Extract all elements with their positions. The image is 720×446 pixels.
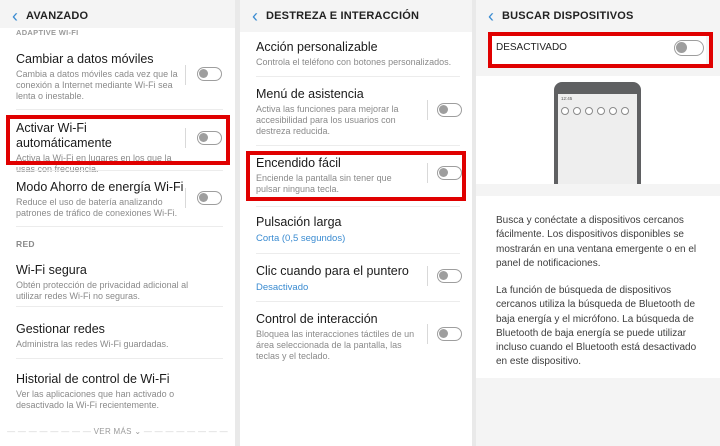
quick-setting-icon [585, 107, 593, 115]
divider [16, 358, 223, 359]
divider [256, 206, 460, 207]
divider [256, 253, 460, 254]
setting-clic-puntero[interactable]: Clic cuando para el puntero Desactivado [256, 264, 431, 294]
divider [16, 306, 223, 307]
divider [16, 109, 223, 110]
highlight-box [488, 32, 713, 68]
page-title: AVANZADO [26, 10, 89, 22]
toggle-control-interaccion[interactable] [437, 327, 462, 341]
divider [185, 188, 186, 208]
description-paragraph-2: La función de búsqueda de dispositivos c… [496, 285, 697, 368]
quick-setting-icon [573, 107, 581, 115]
setting-menu-asistencia[interactable]: Menú de asistencia Activa las funciones … [256, 87, 416, 137]
toggle-ahorro-energia-wifi[interactable] [197, 191, 222, 205]
setting-gestionar-redes[interactable]: Gestionar redes Administra las redes Wi-… [16, 322, 216, 350]
divider [427, 100, 428, 120]
section-header-red: RED [16, 239, 35, 249]
divider [256, 301, 460, 302]
divider [427, 324, 428, 344]
back-chevron-icon[interactable]: ‹ [476, 0, 502, 32]
highlight-box [6, 115, 230, 165]
divider [256, 145, 460, 146]
setting-cambiar-datos-moviles[interactable]: Cambiar a datos móviles Cambia a datos m… [16, 52, 184, 102]
description-paragraph-1: Busca y conéctate a dispositivos cercano… [496, 215, 697, 269]
page-title: DESTREZA E INTERACCIÓN [266, 10, 420, 22]
divider [16, 170, 223, 171]
toggle-menu-asistencia[interactable] [437, 103, 462, 117]
quick-setting-icon [597, 107, 605, 115]
ver-mas-button[interactable]: — — — — — — — — VER MÁS ⌄ — — — — — — — … [0, 427, 235, 436]
phone-illustration: 12:45 [554, 82, 641, 184]
divider [427, 266, 428, 286]
highlight-box [246, 151, 466, 201]
setting-pulsacion-larga[interactable]: Pulsación larga Corta (0,5 segundos) [256, 215, 456, 245]
divider [256, 76, 460, 77]
panel-avanzado: ‹ AVANZADO ADAPTIVE WI-FI Cambiar a dato… [0, 0, 235, 446]
quick-setting-icon [609, 107, 617, 115]
setting-control-interaccion[interactable]: Control de interacción Bloquea las inter… [256, 312, 416, 362]
setting-historial-control-wifi[interactable]: Historial de control de Wi-Fi Ver las ap… [16, 372, 221, 411]
setting-ahorro-energia-wifi[interactable]: Modo Ahorro de energía Wi-Fi Reduce el u… [16, 180, 184, 219]
setting-accion-personalizable[interactable]: Acción personalizable Controla el teléfo… [256, 40, 461, 68]
divider [16, 226, 223, 227]
panel-buscar-dispositivos: ‹ BUSCAR DISPOSITIVOS DESACTIVADO 12:45 … [476, 0, 720, 446]
header-buscar: ‹ BUSCAR DISPOSITIVOS [476, 0, 720, 32]
toggle-cambiar-datos-moviles[interactable] [197, 67, 222, 81]
quick-setting-icon [621, 107, 629, 115]
quick-setting-icon [561, 107, 569, 115]
toggle-clic-puntero[interactable] [437, 269, 462, 283]
back-chevron-icon[interactable]: ‹ [240, 0, 266, 32]
divider [185, 65, 186, 85]
panel-destreza: ‹ DESTREZA E INTERACCIÓN Acción personal… [240, 0, 472, 446]
setting-wifi-segura[interactable]: Wi-Fi segura Obtén protección de privaci… [16, 263, 216, 302]
page-title: BUSCAR DISPOSITIVOS [502, 10, 634, 22]
section-header-adaptive: ADAPTIVE WI-FI [16, 28, 79, 37]
header-destreza: ‹ DESTREZA E INTERACCIÓN [240, 0, 472, 32]
